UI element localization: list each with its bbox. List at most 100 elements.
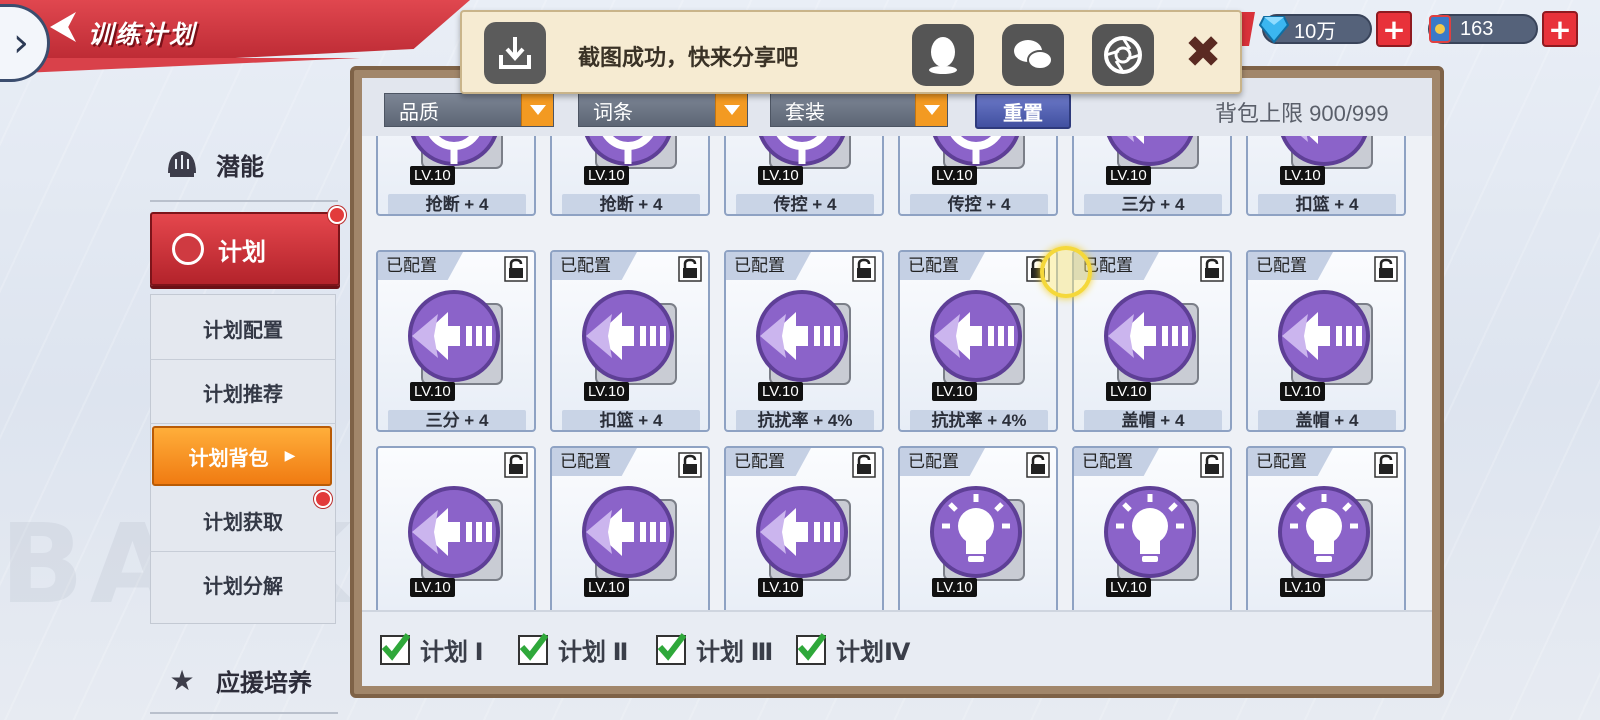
lock-icon[interactable] (1200, 256, 1224, 282)
plan-attribute: 传控 + 4 (910, 194, 1048, 214)
quality-dropdown[interactable]: 品质 (384, 93, 554, 127)
submenu-plan-obtain[interactable]: 计划获取 (150, 490, 336, 550)
level-label: LV.10 (932, 578, 977, 597)
plan-attribute: 抢断 + 4 (388, 194, 526, 214)
helmet-icon (162, 144, 202, 184)
lock-icon[interactable] (852, 452, 876, 478)
plan-attribute: 扣篮 + 4 (562, 410, 700, 430)
submenu-plan-bag[interactable]: 计划背包 ▶ (152, 426, 332, 486)
sidebar-item-support[interactable]: ★ 应援培养 (150, 652, 338, 708)
plan-attribute: 盖帽 + 4 (1084, 410, 1222, 430)
lock-icon[interactable] (852, 256, 876, 282)
lock-icon[interactable] (1026, 452, 1050, 478)
level-label: LV.10 (1106, 382, 1151, 401)
plan-card[interactable]: 已配置 LV.10 (1246, 446, 1406, 610)
arrow-icon (404, 482, 508, 586)
level-label: LV.10 (584, 166, 629, 185)
plan-card[interactable]: 已配置 LV.10 三分 + 4 (376, 250, 536, 432)
plan-filter-label: 计划 Ⅱ (558, 639, 629, 666)
plan-card[interactable]: 已配置 LV.10 盖帽 + 4 (1246, 250, 1406, 432)
plan-filter-checkbox[interactable]: 计划 Ⅲ (656, 632, 773, 667)
plan-card[interactable]: 已配置 LV.10 (550, 446, 710, 610)
arrow-icon (578, 286, 682, 390)
notification-badge (328, 206, 346, 224)
diamond-amount: 10万 (1294, 20, 1337, 43)
download-button[interactable] (484, 22, 546, 84)
share-message: 截图成功，快来分享吧 (578, 45, 799, 70)
level-label: LV.10 (584, 382, 629, 401)
arrow-icon (752, 482, 856, 586)
plan-card[interactable]: 已配置 LV.10 (898, 446, 1058, 610)
plan-card-grid: LV.10 抢断 + 4 LV.10 抢断 + 4 LV.10 传控 + 4 LV.10 传控… (372, 136, 1422, 610)
level-label: LV.10 (758, 382, 803, 401)
plan-filter-checkbox[interactable]: 计划 Ⅱ (518, 632, 628, 667)
plan-card[interactable]: LV.10 三分 + 4 (1072, 136, 1232, 216)
sidebar-item-label: 应援培养 (216, 669, 312, 697)
entry-dropdown[interactable]: 词条 (578, 93, 748, 127)
plan-card[interactable]: 已配置 LV.10 盖帽 + 4 (1072, 250, 1232, 432)
lock-icon[interactable] (1374, 452, 1398, 478)
lock-icon[interactable] (1374, 256, 1398, 282)
share-popup: 截图成功，快来分享吧 ✖ (460, 10, 1242, 94)
card-currency: 163 + (1428, 11, 1578, 47)
submenu-plan-decompose[interactable]: 计划分解 (150, 554, 336, 614)
lock-icon[interactable] (1200, 452, 1224, 478)
plan-card[interactable]: LV.10 抢断 + 4 (550, 136, 710, 216)
equipped-tag: 已配置 (1248, 252, 1333, 280)
add-diamond-button[interactable]: + (1376, 11, 1412, 47)
plan-filter-checkbox[interactable]: 计划 Ⅰ (380, 632, 484, 667)
level-label: LV.10 (410, 166, 455, 185)
chevron-down-icon (715, 94, 747, 126)
plan-card[interactable]: 已配置 LV.10 抗扰率 + 4% (724, 250, 884, 432)
equipped-tag: 已配置 (1074, 448, 1159, 476)
camera-share-button[interactable] (1092, 24, 1154, 86)
submenu-plan-recommend[interactable]: 计划推荐 (150, 362, 336, 422)
plan-card[interactable]: 已配置 LV.10 (1072, 446, 1232, 610)
sidebar-item-potential[interactable]: 潜能 (150, 136, 338, 192)
wechat-share-button[interactable] (1002, 24, 1064, 86)
sidebar-divider (150, 200, 338, 202)
add-card-button[interactable]: + (1542, 11, 1578, 47)
submenu-divider (150, 551, 336, 552)
bulb-icon (1274, 482, 1378, 586)
plan-card[interactable]: 已配置 LV.10 (724, 446, 884, 610)
level-label: LV.10 (758, 578, 803, 597)
plan-filter-label: 计划 Ⅲ (696, 639, 774, 666)
arrow-icon (1100, 286, 1204, 390)
plan-filter-checkbox[interactable]: 计划Ⅳ (796, 632, 910, 667)
equipped-tag: 已配置 (552, 448, 637, 476)
plan-attribute: 抗扰率 + 4% (910, 410, 1048, 430)
level-label: LV.10 (410, 578, 455, 597)
lock-icon[interactable] (678, 452, 702, 478)
lock-icon[interactable] (678, 256, 702, 282)
level-label: LV.10 (1280, 578, 1325, 597)
diamond-currency: 10万 + (1259, 11, 1412, 47)
lock-icon[interactable] (504, 256, 528, 282)
plan-card[interactable]: LV.10 传控 + 4 (724, 136, 884, 216)
level-label: LV.10 (932, 382, 977, 401)
set-dropdown[interactable]: 套装 (770, 93, 948, 127)
plan-card[interactable]: LV.10 传控 + 4 (898, 136, 1058, 216)
plan-card[interactable]: 已配置 LV.10 抗扰率 + 4% (898, 250, 1058, 432)
close-popup-button[interactable]: ✖ (1180, 30, 1226, 76)
level-label: LV.10 (1106, 578, 1151, 597)
lock-icon[interactable] (504, 452, 528, 478)
sidebar-item-plan[interactable]: 计划 (150, 212, 340, 286)
checkmark-icon (796, 632, 826, 665)
reset-button[interactable]: 重置 (975, 93, 1071, 129)
arrow-icon (404, 286, 508, 390)
arrow-icon (752, 286, 856, 390)
qq-share-button[interactable] (912, 24, 974, 86)
qq-icon (929, 37, 957, 74)
plan-card[interactable]: LV.10 扣篮 + 4 (1246, 136, 1406, 216)
checkmark-icon (380, 632, 410, 665)
camera-shutter-icon (1104, 36, 1142, 74)
equipped-tag: 已配置 (900, 252, 985, 280)
bulb-icon (1100, 482, 1204, 586)
plan-card[interactable]: LV.10 抢断 + 4 (376, 136, 536, 216)
plan-card[interactable]: 已配置 LV.10 扣篮 + 4 (550, 250, 710, 432)
plan-card[interactable]: LV.10 (376, 446, 536, 610)
level-label: LV.10 (1280, 166, 1325, 185)
submenu-divider (150, 423, 336, 424)
submenu-plan-config[interactable]: 计划配置 (150, 298, 336, 358)
